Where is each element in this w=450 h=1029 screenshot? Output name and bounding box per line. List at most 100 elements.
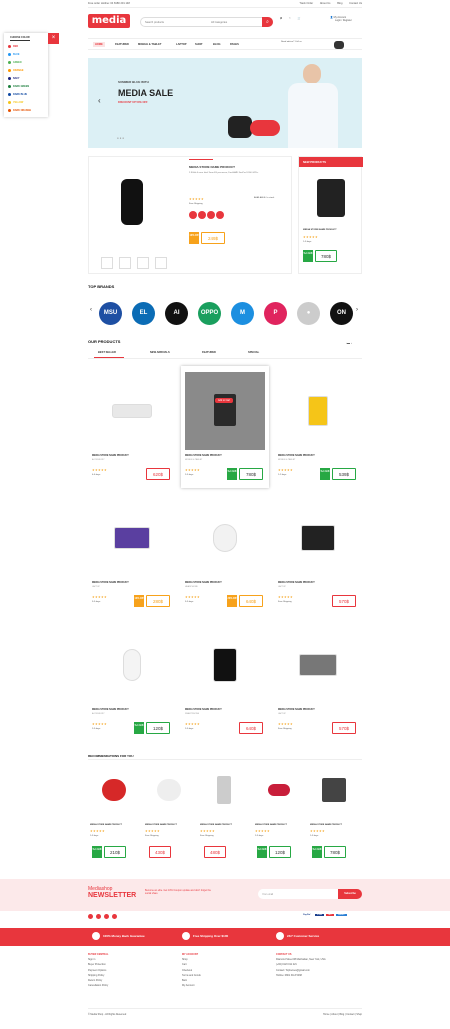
bottom-link[interactable]: About [331,1013,337,1016]
tab-featured[interactable]: FEATURED [202,351,216,354]
product-image[interactable] [123,649,141,681]
recommend-card[interactable]: MEDIA STORE NAME PRODUCT ★★★★★ 1-3 days 5+1… [308,764,360,860]
product-image[interactable] [213,648,237,682]
product-title[interactable]: MEDIA STORE NAME PRODUCT [278,454,315,457]
product-card[interactable]: MEDIA STORE NAME PRODUCT MOBILE & TABLET ★… [274,366,362,488]
color-option[interactable]: GREEN [8,61,22,64]
site-logo[interactable]: media [88,14,130,28]
bottom-link[interactable]: Shop [356,1013,362,1016]
color-option[interactable]: YELLOW [8,101,23,104]
recommend-card[interactable]: MEDIA STORE NAME PRODUCT ★★★★★ Free Shippi… [198,764,250,860]
recommend-card[interactable]: MEDIA STORE NAME PRODUCT ★★★★★ 1-3 days 5+1… [88,764,140,860]
recommend-image[interactable] [268,784,290,796]
brand-logo[interactable]: P [264,302,287,325]
wishlist-icon[interactable]: ♡ [289,17,291,20]
search-button[interactable]: ⌕ [262,17,273,27]
product-card[interactable]: MEDIA STORE NAME PRODUCT ACCESSORY ★★★★★ 2-… [88,620,176,742]
twitter-icon[interactable] [96,914,101,919]
brand-logo[interactable]: AI [165,302,188,325]
color-option[interactable]: RED [8,45,18,48]
top-link[interactable]: Contact Us [349,2,362,5]
compare-icon[interactable]: ⇄ [280,17,282,20]
product-card[interactable]: MEDIA STORE NAME PRODUCT LAPTOP ★★★★★ Free … [274,620,362,742]
top-link[interactable]: Blog [337,2,342,5]
account-block[interactable]: 👤 My Account Login / Register [330,16,352,22]
product-card[interactable]: Add to Cart MEDIA STORE NAME PRODUCT MOBIL… [181,366,269,488]
cart-icon[interactable]: 🛒 [298,17,301,20]
brand-logo[interactable]: ● [297,302,320,325]
add-to-cart-button[interactable]: Add to Cart [215,398,234,403]
thumb[interactable] [101,257,113,269]
recommend-title[interactable]: MEDIA STORE NAME PRODUCT [200,824,232,826]
tab-special[interactable]: SPECIAL [248,351,259,354]
product-title[interactable]: MEDIA STORE NAME PRODUCT [278,581,315,584]
recommend-title[interactable]: MEDIA STORE NAME PRODUCT [255,824,287,826]
brand-logo[interactable]: MSU [99,302,122,325]
facebook-icon[interactable] [88,914,93,919]
product-card[interactable]: MEDIA STORE NAME PRODUCT SMARTPHONE ★★★★★ 2… [181,620,269,742]
product-title[interactable]: MEDIA STORE NAME PRODUCT [185,581,222,584]
product-image[interactable] [112,404,152,418]
product-image[interactable] [114,527,150,549]
deal-product-image[interactable] [121,179,143,225]
product-card[interactable]: MEDIA STORE NAME PRODUCT LAPTOP ★★★★★ 3-5 d… [88,493,176,615]
category-select[interactable]: All Categories [211,21,227,24]
new-product-image[interactable] [317,179,345,217]
product-title[interactable]: MEDIA STORE NAME PRODUCT [185,454,222,457]
product-card[interactable]: MEDIA STORE NAME PRODUCT ACCESSORY ★★★★★ 4-… [88,366,176,488]
banner-prev-icon[interactable]: ‹ [98,96,101,105]
search-bar[interactable]: Search products All Categories ⌕ [140,17,273,27]
color-option[interactable]: DARK BLUE [8,93,27,96]
brand-logo[interactable]: OPPO [198,302,221,325]
recommend-image[interactable] [217,776,231,804]
bottom-link[interactable]: Home [323,1013,329,1016]
top-link[interactable]: About Us [320,2,331,5]
recommend-image[interactable] [322,778,346,802]
product-image[interactable] [301,525,335,551]
color-option[interactable]: BLUE [8,53,20,56]
thumb[interactable] [119,257,131,269]
recommend-image[interactable] [102,779,126,801]
thumb[interactable] [155,257,167,269]
top-link[interactable]: Track Order [299,2,313,5]
product-title[interactable]: MEDIA STORE NAME PRODUCT [92,708,129,711]
product-title[interactable]: MEDIA STORE NAME PRODUCT [278,708,315,711]
product-image[interactable] [213,524,237,552]
recommend-title[interactable]: MEDIA STORE NAME PRODUCT [90,824,122,826]
footer-link[interactable]: Hotline: 0801 3113 5468 [276,973,326,978]
product-image[interactable]: Add to Cart [185,372,265,450]
tab-best-seller[interactable]: BEST SELLER [98,351,116,354]
new-product-title[interactable]: MEDIA STORE NAME PRODUCT [303,229,337,231]
footer-link[interactable]: Cancellation Policy [88,983,108,988]
bottom-link[interactable]: Blog [339,1013,344,1016]
banner-dots[interactable]: ● ● ● [117,136,124,140]
nav-pages[interactable]: PAGES [230,43,239,46]
recommend-card[interactable]: MEDIA STORE NAME PRODUCT ★★★★★ 2-5 days 5+1… [253,764,305,860]
product-card[interactable]: MEDIA STORE NAME PRODUCT LAPTOP ★★★★★ Free … [274,493,362,615]
tab-new-arrivals[interactable]: NEW ARRIVALS [150,351,170,354]
product-card[interactable]: MEDIA STORE NAME PRODUCT HEADPHONE ★★★★★ 3-… [181,493,269,615]
product-title[interactable]: MEDIA STORE NAME PRODUCT [92,581,129,584]
brand-logo[interactable]: ON [330,302,353,325]
product-title[interactable]: MEDIA STORE NAME PRODUCT [92,454,129,457]
recommend-title[interactable]: MEDIA STORE NAME PRODUCT [145,824,177,826]
recommend-card[interactable]: MEDIA STORE NAME PRODUCT ★★★★★ Free Shippi… [143,764,195,860]
product-title[interactable]: MEDIA STORE NAME PRODUCT [185,708,222,711]
recommend-image[interactable] [157,779,181,801]
color-panel-toggle[interactable]: × [48,33,59,44]
subscribe-button[interactable]: Subscribe [338,889,362,899]
google-icon[interactable] [104,914,109,919]
brands-prev-icon[interactable]: ‹ [90,307,92,313]
product-image[interactable] [299,654,337,676]
nav-laptop[interactable]: LAPTOP [176,43,186,46]
newsletter-email-input[interactable]: Your email [258,889,340,899]
brands-next-icon[interactable]: › [356,307,358,313]
search-input[interactable]: Search products [145,21,164,24]
nav-featured[interactable]: FEATURED [115,43,129,46]
color-option[interactable]: DARK ORANGE [8,109,31,112]
products-pager[interactable]: ‹▬ › [346,341,352,345]
color-option[interactable]: ORANGE [8,69,24,72]
rss-icon[interactable] [112,914,117,919]
product-image[interactable] [308,396,328,426]
color-option[interactable]: NAVY [8,77,19,80]
